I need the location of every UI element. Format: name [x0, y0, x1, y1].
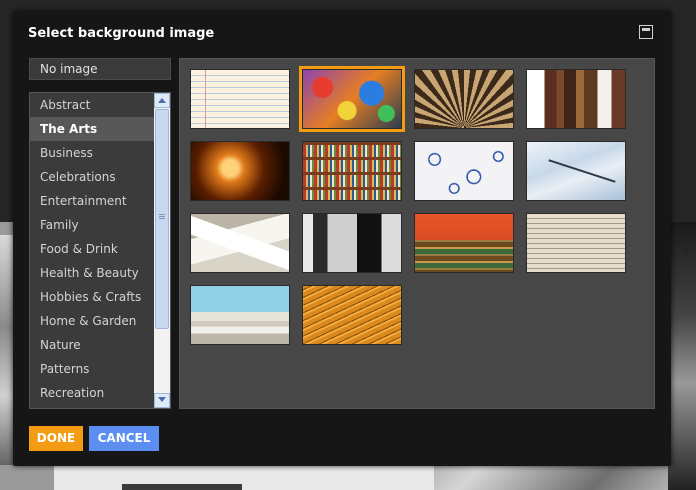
thumbnail-script-texture[interactable]	[302, 285, 402, 345]
thumbnail-dome-ceiling[interactable]	[414, 69, 514, 129]
category-item[interactable]: Nature	[30, 333, 154, 357]
background-left-image	[0, 235, 14, 465]
background-text: (	[685, 246, 689, 260]
scroll-down-button[interactable]	[154, 393, 170, 408]
grip-line	[159, 218, 165, 219]
minimize-icon	[642, 28, 650, 31]
category-item[interactable]: Recreation	[30, 381, 154, 405]
image-grid	[179, 58, 655, 409]
background-strip	[122, 484, 242, 490]
done-button[interactable]: DONE	[29, 426, 83, 451]
category-item[interactable]: Home & Garden	[30, 309, 154, 333]
thumbnail-doodle-pattern[interactable]	[414, 141, 514, 201]
category-item[interactable]: Health & Beauty	[30, 261, 154, 285]
dialog-title: Select background image	[28, 26, 215, 41]
thumbnail-book-stack-orange[interactable]	[414, 213, 514, 273]
category-item[interactable]: Celebrations	[30, 165, 154, 189]
grip-line	[159, 216, 165, 217]
category-item[interactable]: Entertainment	[30, 189, 154, 213]
category-item[interactable]: Abstract	[30, 93, 154, 117]
category-item[interactable]: Food & Drink	[30, 237, 154, 261]
category-item[interactable]: Family	[30, 213, 154, 237]
grip-line	[159, 214, 165, 215]
thumbnail-graffiti[interactable]	[299, 66, 405, 132]
thumbnail-blueprint[interactable]	[526, 141, 626, 201]
category-list: Abstract The Arts Business Celebrations Ente…	[29, 92, 171, 409]
category-scrollbar[interactable]	[154, 93, 170, 408]
thumbnail-bookshelves[interactable]	[302, 141, 402, 201]
thumbnail-film-set[interactable]	[302, 213, 402, 273]
category-item[interactable]: The Arts	[30, 117, 154, 141]
cancel-button[interactable]: CANCEL	[89, 426, 159, 451]
scroll-up-button[interactable]	[154, 93, 170, 108]
thumbnail-dictionary-page[interactable]	[526, 213, 626, 273]
category-item[interactable]: Business	[30, 141, 154, 165]
close-button[interactable]	[639, 25, 653, 39]
category-item[interactable]: Hobbies & Crafts	[30, 285, 154, 309]
chevron-up-icon	[158, 98, 166, 103]
scroll-thumb[interactable]	[155, 109, 169, 329]
thumbnail-lamp[interactable]	[190, 141, 290, 201]
category-item[interactable]: Patterns	[30, 357, 154, 381]
thumbnail-old-photos[interactable]	[190, 213, 290, 273]
thumbnail-lined-paper[interactable]	[190, 69, 290, 129]
no-image-option[interactable]: No image	[29, 58, 171, 80]
thumbnail-book-stack-sky[interactable]	[190, 285, 290, 345]
thumbnail-old-books[interactable]	[526, 69, 626, 129]
background-image-edge	[668, 222, 696, 490]
select-background-dialog: Select background image No image Abstrac…	[13, 11, 671, 466]
chevron-down-icon	[158, 397, 166, 402]
